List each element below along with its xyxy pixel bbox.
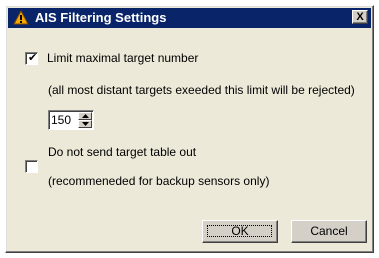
limit-label[interactable]: Limit maximal target number — [47, 51, 198, 65]
focus-rect — [207, 225, 272, 237]
dialog-window: AIS Filtering Settings X ✔ Limit maximal… — [5, 5, 374, 253]
limit-checkbox[interactable]: ✔ — [25, 52, 38, 65]
close-icon: X — [356, 11, 364, 23]
spin-down-button[interactable] — [78, 120, 92, 128]
max-targets-spinbox — [48, 110, 94, 130]
arrow-up-icon — [82, 114, 89, 118]
arrow-down-icon — [82, 122, 89, 126]
limit-note: (all most distant targets exeeded this l… — [48, 83, 355, 97]
title-bar[interactable]: AIS Filtering Settings X — [8, 8, 371, 28]
table-out-note: (recommeneded for backup sensors only) — [48, 174, 270, 188]
max-targets-input[interactable] — [51, 113, 77, 127]
close-button[interactable]: X — [352, 10, 368, 24]
cancel-button[interactable]: Cancel — [291, 220, 367, 243]
spin-up-button[interactable] — [78, 112, 92, 120]
table-out-checkbox[interactable] — [25, 160, 38, 173]
ok-button[interactable]: OK — [202, 220, 278, 243]
cancel-label: Cancel — [310, 224, 348, 238]
warning-triangle-icon — [13, 9, 29, 26]
table-out-label[interactable]: Do not send target table out — [48, 145, 196, 159]
check-mark-icon: ✔ — [28, 52, 38, 64]
window-title: AIS Filtering Settings — [35, 10, 167, 25]
